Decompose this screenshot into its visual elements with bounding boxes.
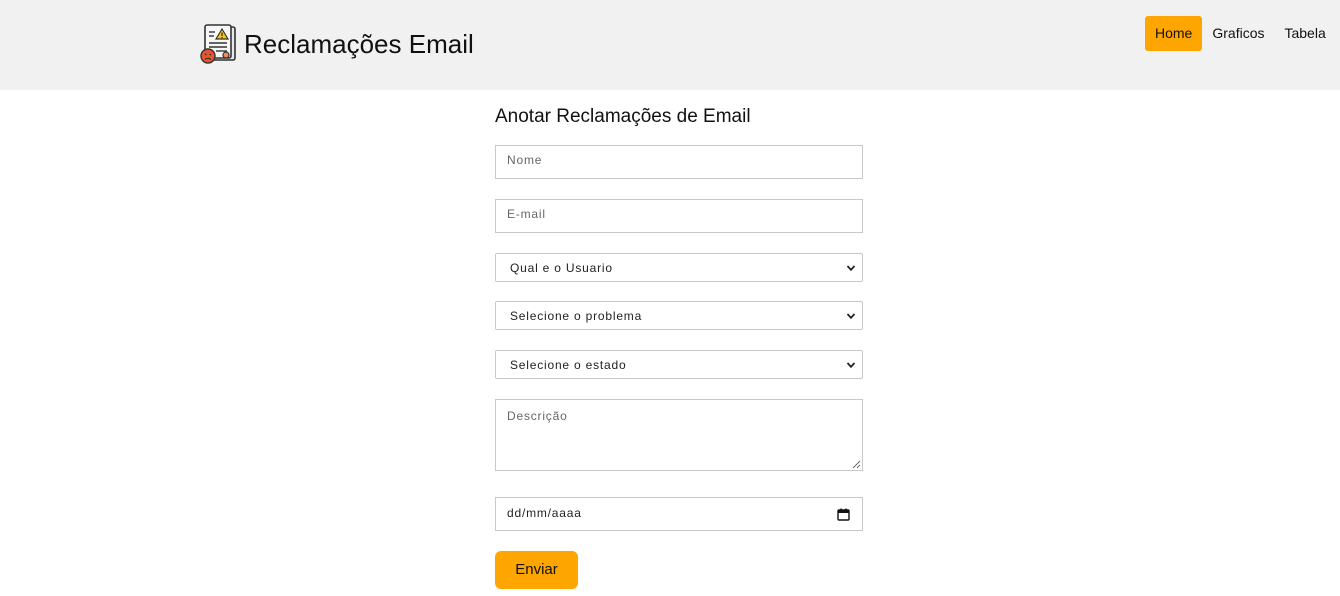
- date-value: dd/mm/aaaa: [507, 506, 582, 520]
- usuario-select[interactable]: Qual e o Usuario: [495, 253, 863, 282]
- resize-handle-icon[interactable]: [852, 460, 861, 469]
- main-nav: Home Graficos Tabela: [1145, 16, 1336, 51]
- calendar-icon[interactable]: [837, 508, 850, 521]
- chevron-down-icon: [846, 265, 856, 272]
- date-input[interactable]: dd/mm/aaaa: [495, 497, 863, 531]
- brand: Reclamações Email: [200, 24, 474, 64]
- header-bar: Reclamações Email Home Graficos Tabela: [0, 0, 1340, 90]
- complaint-document-icon: [200, 24, 236, 64]
- descricao-textarea[interactable]: Descrição: [495, 399, 863, 471]
- nav-home[interactable]: Home: [1145, 16, 1203, 51]
- chevron-down-icon: [846, 362, 856, 369]
- nav-graficos[interactable]: Graficos: [1202, 16, 1274, 51]
- descricao-placeholder: Descrição: [507, 409, 568, 423]
- submit-button[interactable]: Enviar: [495, 551, 578, 589]
- chevron-down-icon: [846, 313, 856, 320]
- estado-select[interactable]: Selecione o estado: [495, 350, 863, 379]
- nav-tabela[interactable]: Tabela: [1274, 16, 1335, 51]
- form-title: Anotar Reclamações de Email: [495, 106, 751, 127]
- nome-placeholder: Nome: [507, 153, 543, 167]
- usuario-select-value: Qual e o Usuario: [510, 261, 613, 275]
- problema-select-value: Selecione o problema: [510, 309, 643, 323]
- estado-select-value: Selecione o estado: [510, 358, 627, 372]
- problema-select[interactable]: Selecione o problema: [495, 301, 863, 330]
- app-title: Reclamações Email: [244, 28, 474, 59]
- nome-input[interactable]: Nome: [495, 145, 863, 179]
- email-placeholder: E-mail: [507, 207, 546, 221]
- email-input[interactable]: E-mail: [495, 199, 863, 233]
